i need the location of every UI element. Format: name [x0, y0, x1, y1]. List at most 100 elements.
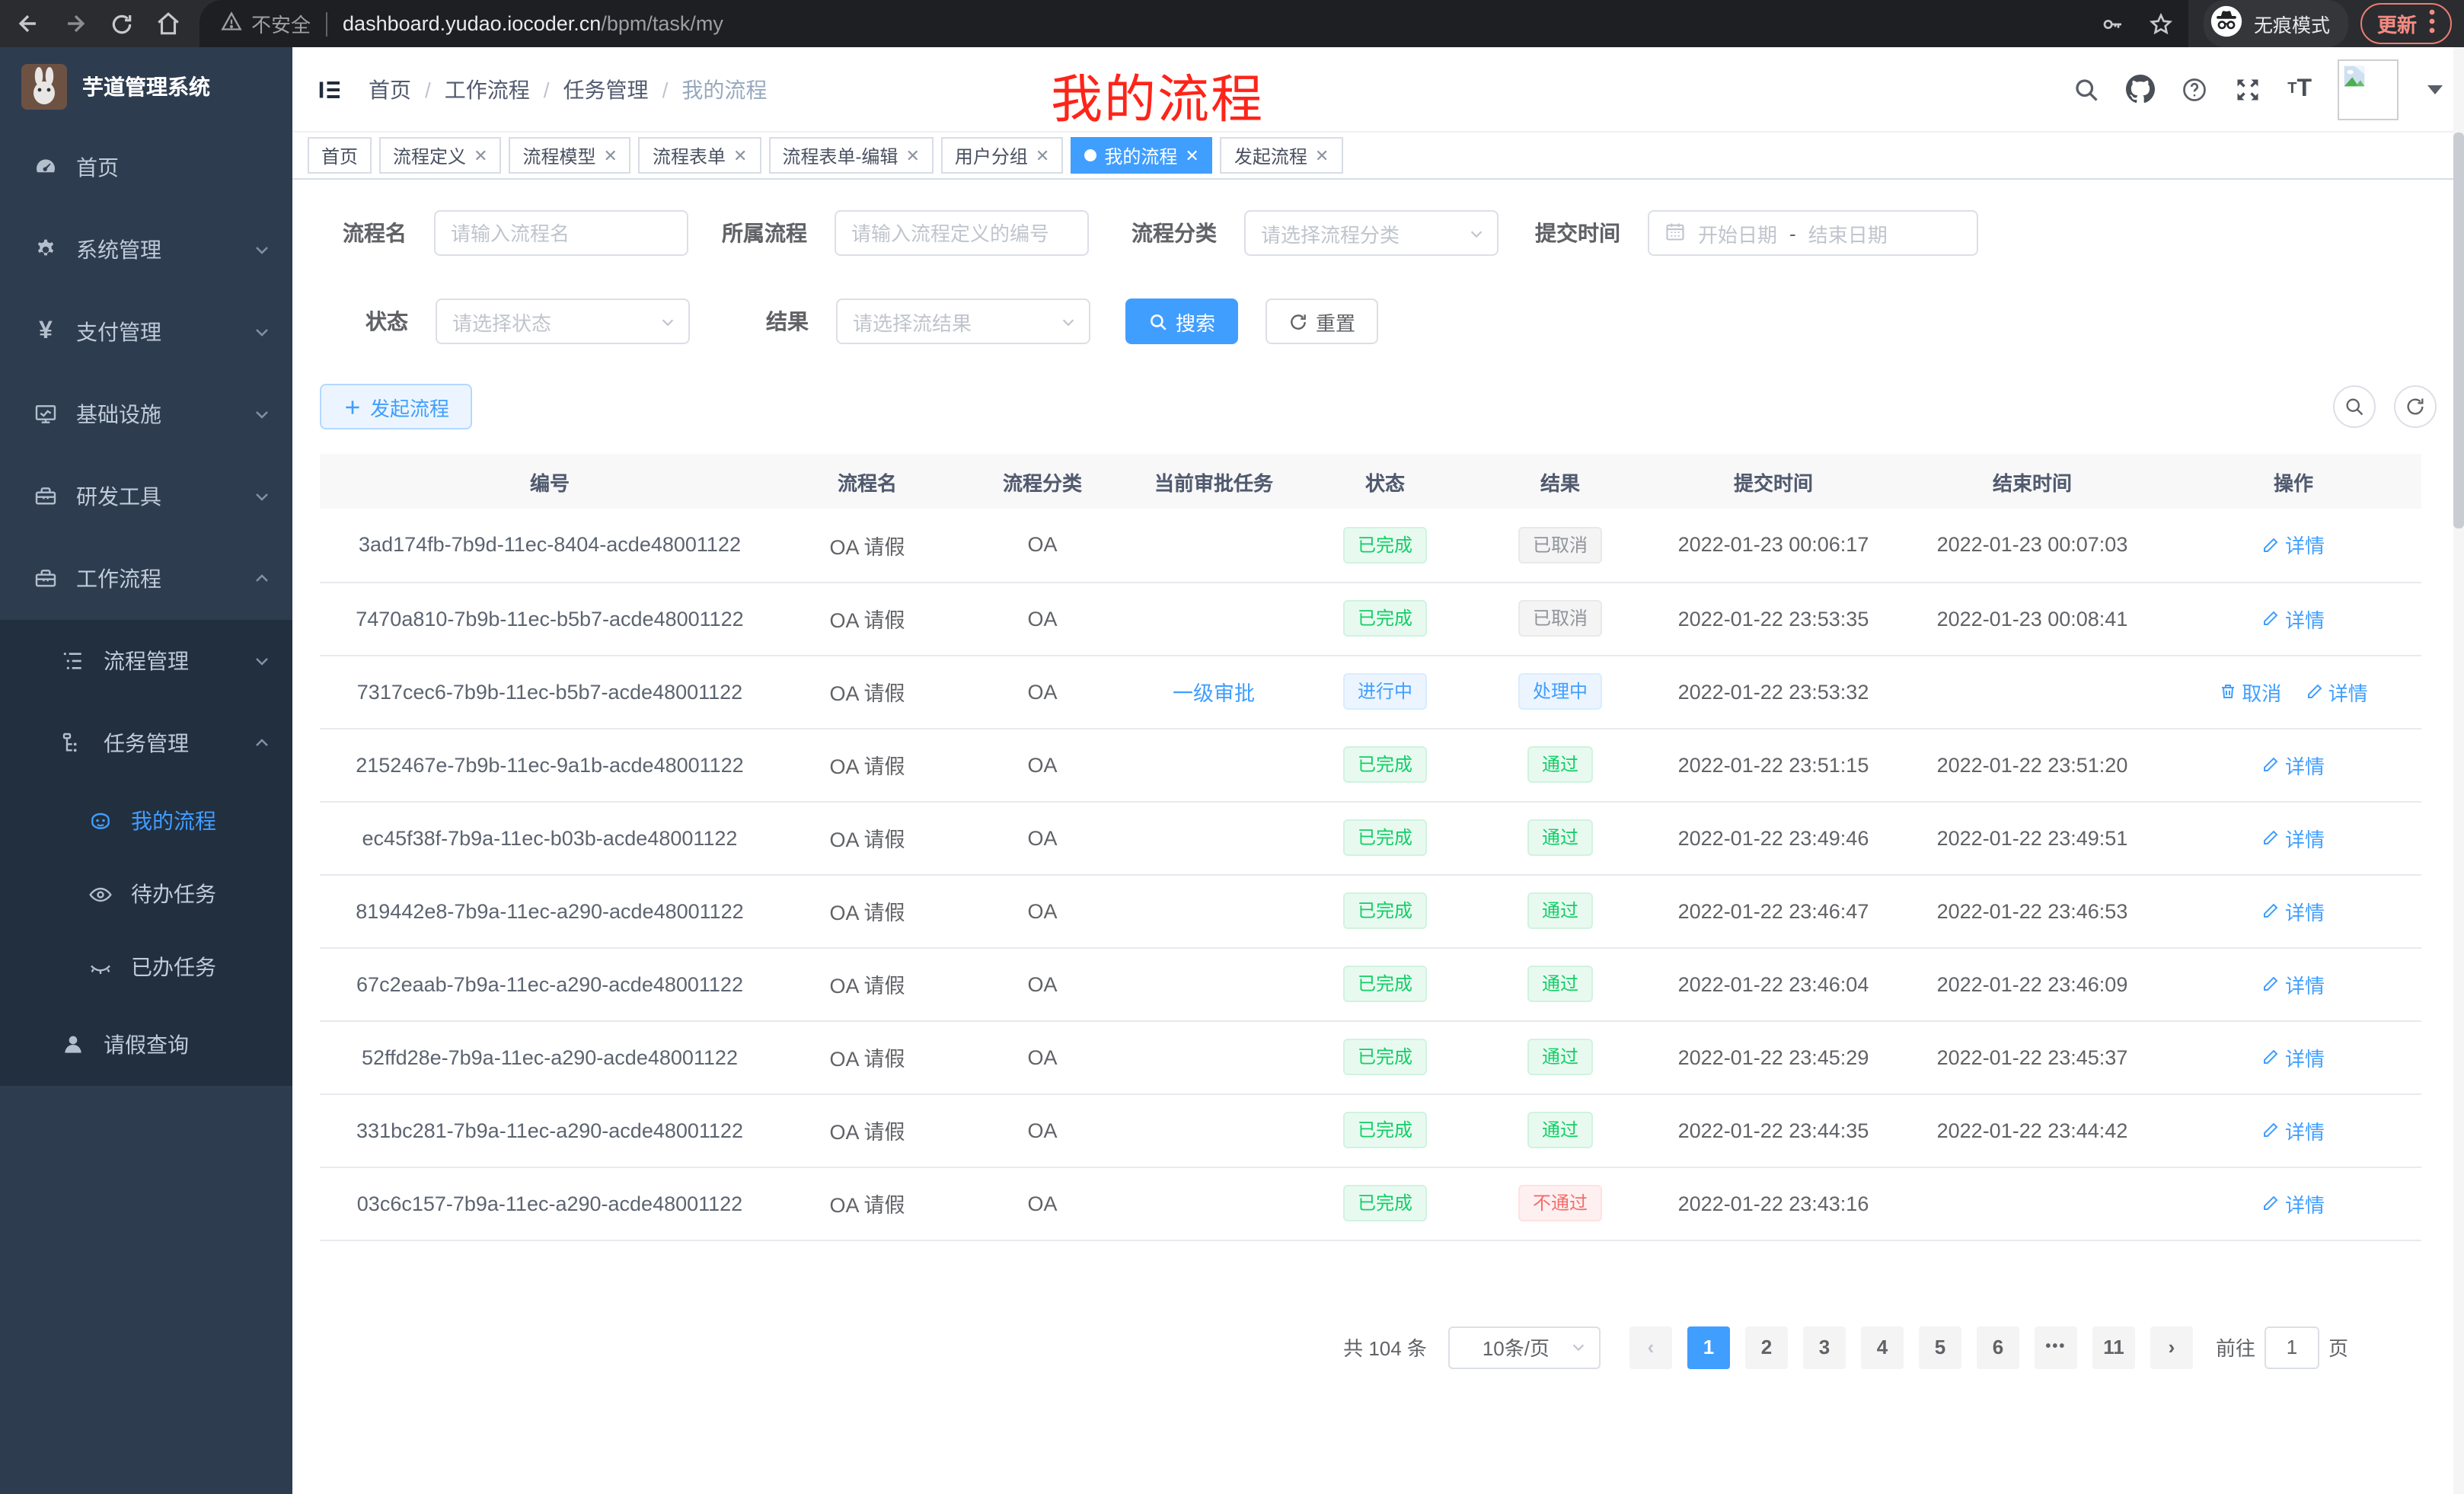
home-icon[interactable]: [155, 11, 181, 37]
sidebar-item-my-process[interactable]: 我的流程: [0, 784, 292, 857]
tab-process-model[interactable]: 流程模型✕: [509, 137, 631, 174]
result-select[interactable]: 请选择流结果: [836, 298, 1090, 344]
detail-link[interactable]: 详情: [2262, 969, 2325, 998]
avatar-caret-icon[interactable]: [2427, 85, 2443, 94]
list-tree-icon: [61, 649, 85, 673]
table-header-row: 编号 流程名 流程分类 当前审批任务 状态 结果 提交时间 结束时间 操作: [320, 454, 2421, 509]
address-bar[interactable]: 不安全 dashboard.yudao.iocoder.cn/bpm/task/…: [199, 0, 2188, 47]
cancel-link[interactable]: 取消: [2219, 677, 2281, 706]
page-scrollbar[interactable]: [2453, 47, 2464, 1494]
current-task-link[interactable]: 一级审批: [1173, 682, 1255, 705]
close-icon[interactable]: ✕: [733, 145, 747, 165]
sidebar-item-system[interactable]: 系统管理: [0, 209, 292, 291]
search-button[interactable]: 搜索: [1125, 298, 1238, 344]
process-name-input[interactable]: [434, 210, 688, 256]
sidebar: 芋道管理系统 首页 系统管理 ¥ 支付管理 基础设施: [0, 47, 292, 1494]
tab-process-definition[interactable]: 流程定义✕: [379, 137, 501, 174]
page-button-3[interactable]: 3: [1803, 1326, 1846, 1368]
page-button-2[interactable]: 2: [1745, 1326, 1788, 1368]
app-title: 芋道管理系统: [82, 72, 210, 102]
reload-icon[interactable]: [110, 11, 134, 36]
close-icon[interactable]: ✕: [474, 145, 487, 165]
page-button-1[interactable]: 1: [1687, 1326, 1730, 1368]
bookmark-star-icon[interactable]: [2149, 11, 2173, 36]
cell-end-time: 2022-01-23 00:07:03: [1899, 509, 2166, 582]
security-label[interactable]: 不安全: [251, 9, 311, 38]
sidebar-item-workflow[interactable]: 工作流程: [0, 538, 292, 620]
page-button-4[interactable]: 4: [1861, 1326, 1904, 1368]
app-logo[interactable]: 芋道管理系统: [0, 47, 292, 126]
start-process-button[interactable]: 发起流程: [320, 384, 472, 429]
sidebar-item-leave-query[interactable]: 请假查询: [0, 1004, 292, 1086]
sidebar-item-process-management[interactable]: 流程管理: [0, 620, 292, 702]
process-definition-input[interactable]: [835, 210, 1089, 256]
detail-link[interactable]: 详情: [2262, 1042, 2325, 1071]
detail-link[interactable]: 详情: [2262, 896, 2325, 925]
detail-link[interactable]: 详情: [2262, 1189, 2325, 1218]
avatar[interactable]: [2338, 59, 2399, 120]
breadcrumb-home[interactable]: 首页: [369, 74, 411, 104]
category-select[interactable]: 请选择流程分类: [1244, 210, 1499, 256]
github-icon[interactable]: [2126, 75, 2155, 104]
page-button-5[interactable]: 5: [1919, 1326, 1961, 1368]
cell-submit-time: 2022-01-22 23:46:47: [1648, 874, 1899, 947]
yen-icon: ¥: [34, 320, 58, 344]
goto-page-input[interactable]: [2265, 1326, 2319, 1368]
sidebar-item-payment[interactable]: ¥ 支付管理: [0, 291, 292, 373]
scrollbar-thumb[interactable]: [2453, 132, 2464, 528]
search-icon[interactable]: [2073, 75, 2100, 103]
tab-process-form[interactable]: 流程表单✕: [639, 137, 761, 174]
close-icon[interactable]: ✕: [604, 145, 618, 165]
reset-button[interactable]: 重置: [1266, 298, 1378, 344]
sidebar-item-done-tasks[interactable]: 已办任务: [0, 931, 292, 1004]
browser-menu-icon[interactable]: [2429, 9, 2435, 38]
detail-link[interactable]: 详情: [2262, 604, 2325, 633]
detail-link[interactable]: 详情: [2306, 677, 2368, 706]
tab-my-process[interactable]: 我的流程✕: [1071, 137, 1212, 174]
fullscreen-icon[interactable]: [2234, 75, 2261, 103]
close-icon[interactable]: ✕: [1185, 145, 1198, 165]
status-badge: 已完成: [1344, 966, 1426, 1002]
sidebar-item-infra[interactable]: 基础设施: [0, 373, 292, 455]
submit-time-range[interactable]: 开始日期 - 结束日期: [1648, 210, 1978, 256]
toolbox-icon: [34, 484, 58, 509]
update-button[interactable]: 更新: [2360, 3, 2452, 44]
status-select[interactable]: 请选择状态: [436, 298, 690, 344]
page-button-6[interactable]: 6: [1977, 1326, 2019, 1368]
more-pages-button[interactable]: •••: [2035, 1326, 2077, 1368]
chevron-down-icon: [253, 405, 271, 423]
forward-icon[interactable]: [62, 11, 88, 37]
cell-name: OA 请假: [780, 874, 955, 947]
detail-link[interactable]: 详情: [2262, 1116, 2325, 1144]
password-key-icon[interactable]: [2100, 11, 2124, 36]
table-refresh-icon[interactable]: [2394, 385, 2437, 428]
page-size-select[interactable]: 10条/页: [1448, 1326, 1601, 1368]
close-icon[interactable]: ✕: [1036, 145, 1049, 165]
back-icon[interactable]: [15, 11, 41, 37]
close-icon[interactable]: ✕: [905, 145, 919, 165]
prev-page-button[interactable]: ‹: [1629, 1326, 1672, 1368]
start-date-placeholder[interactable]: 开始日期: [1698, 219, 1777, 247]
table-search-icon[interactable]: [2333, 385, 2376, 428]
close-icon[interactable]: ✕: [1315, 145, 1329, 165]
next-page-button[interactable]: ›: [2150, 1326, 2193, 1368]
chevron-down-icon: [253, 241, 271, 259]
detail-link[interactable]: 详情: [2262, 531, 2325, 560]
breadcrumb-workflow[interactable]: 工作流程: [445, 74, 530, 104]
sidebar-item-todo-tasks[interactable]: 待办任务: [0, 857, 292, 931]
tab-user-group[interactable]: 用户分组✕: [941, 137, 1063, 174]
tab-home[interactable]: 首页: [308, 137, 372, 174]
help-icon[interactable]: [2181, 75, 2208, 103]
sidebar-toggle-icon[interactable]: [317, 75, 344, 103]
breadcrumb-task-management[interactable]: 任务管理: [563, 74, 649, 104]
tab-process-form-edit[interactable]: 流程表单-编辑✕: [768, 137, 933, 174]
sidebar-item-task-management[interactable]: 任务管理: [0, 702, 292, 784]
tab-start-process[interactable]: 发起流程✕: [1221, 137, 1342, 174]
sidebar-item-home[interactable]: 首页: [0, 126, 292, 209]
sidebar-item-devtools[interactable]: 研发工具: [0, 455, 292, 538]
detail-link[interactable]: 详情: [2262, 823, 2325, 852]
font-size-icon[interactable]: TT: [2287, 75, 2312, 103]
page-button-11[interactable]: 11: [2092, 1326, 2135, 1368]
end-date-placeholder[interactable]: 结束日期: [1808, 219, 1888, 247]
detail-link[interactable]: 详情: [2262, 750, 2325, 779]
